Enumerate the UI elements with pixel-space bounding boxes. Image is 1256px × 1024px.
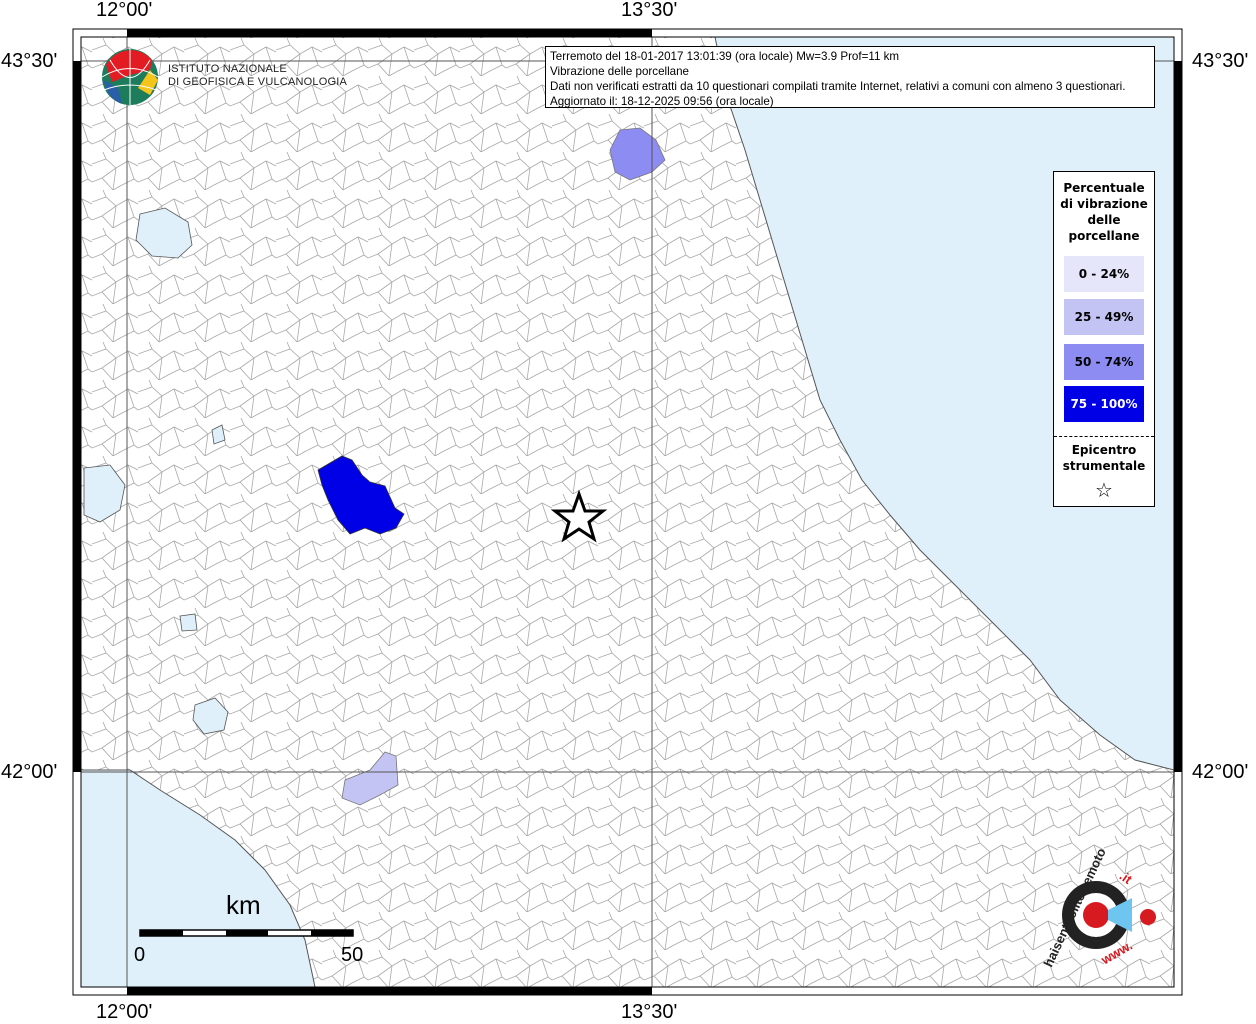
legend-title-line: Percentuale [1063,181,1145,195]
legend-class-75-100: 75 - 100% [1064,386,1144,422]
watermark-tld: .it [1116,868,1135,887]
frame-bar-left [73,61,81,772]
ingv-logo-line2: DI GEOFISICA E VULCANOLOGIA [168,76,347,88]
legend-class-25-49: 25 - 49% [1064,299,1144,335]
ingv-logo-text: ISTITUTO NAZIONALE DI GEOFISICA E VULCAN… [168,63,347,89]
coord-top-left: 12°00' [96,0,153,21]
watermark-main: haisentitoilterremoto [1040,845,1109,970]
legend-class-50-74: 50 - 74% [1064,344,1144,380]
frame-bar-right [1174,61,1182,772]
coord-bottom-left: 12°00' [96,1001,153,1023]
map-legend: Percentuale di vibrazione delle porcella… [1053,171,1155,507]
legend-title-line: delle [1087,213,1121,227]
scale-start-label: 0 [134,944,146,966]
info-line-parameter: Vibrazione delle porcellane [550,65,690,78]
scale-end-label: 50 [341,944,364,966]
info-line-event: Terremoto del 18-01-2017 13:01:39 (ora l… [550,50,900,63]
ingv-globe-icon [101,49,159,105]
coord-bottom-right: 13°30' [621,1001,678,1023]
coord-left-top: 43°30' [1,50,58,72]
ingv-logo-line1: ISTITUTO NAZIONALE [168,63,287,75]
watermark-www: www. [1098,937,1135,968]
legend-epicentre-line: strumentale [1062,459,1146,473]
legend-separator [1054,436,1154,437]
legend-star-icon: ☆ [1095,478,1113,502]
legend-title: Percentuale di vibrazione delle porcella… [1054,180,1154,244]
frame-bar-bottom [127,987,652,995]
scale-bar [139,929,354,937]
legend-title-line: porcellane [1068,229,1140,243]
legend-title-line: di vibrazione [1060,197,1148,211]
frame-bar-top [127,29,652,37]
coord-right-top: 43°30' [1192,50,1249,72]
watermark-text: haisentitoilterremoto .it www. [1040,846,1160,970]
coord-top-right: 13°30' [621,0,678,21]
info-line-updated: Aggiornato il: 18-12-2025 09:56 (ora loc… [550,95,774,108]
earthquake-info-box: Terremoto del 18-01-2017 13:01:39 (ora l… [545,46,1155,108]
legend-epicentre-line: Epicentro [1071,443,1137,457]
coord-right-bottom: 42°00' [1192,761,1249,783]
lake-small-2 [179,613,198,632]
legend-epicentre-label: Epicentro strumentale [1054,442,1154,474]
coord-left-bottom: 42°00' [1,761,58,783]
info-line-data-note: Dati non verificati estratti da 10 quest… [550,80,1126,93]
legend-class-0-24: 0 - 24% [1064,256,1144,292]
scale-unit-label: km [226,890,261,920]
